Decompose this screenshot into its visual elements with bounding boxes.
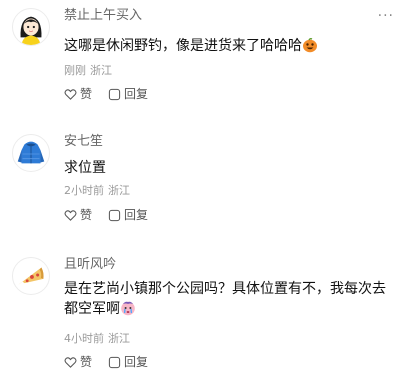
like-button[interactable]: 赞 (64, 86, 92, 102)
reply-button[interactable]: 回复 (108, 354, 148, 370)
more-options-icon[interactable]: ··· (378, 8, 394, 24)
timestamp: 刚刚 (64, 64, 86, 77)
comment-item: 禁止上午买入 ··· 这哪是休闲野钓，像是进货来了哈哈哈 刚刚 浙江 赞 回复 (0, 8, 408, 118)
comment-actions: 赞 回复 (64, 207, 164, 223)
reply-button[interactable]: 回复 (108, 207, 148, 223)
heart-icon (64, 209, 77, 221)
heart-icon (64, 356, 77, 368)
pizza-slice-avatar-icon (13, 258, 49, 294)
avatar[interactable] (12, 257, 50, 295)
timestamp: 2小时前 (64, 184, 104, 197)
comment-bubble-icon (108, 88, 121, 100)
comment-bubble-icon (108, 356, 121, 368)
avatar[interactable] (12, 8, 50, 46)
username[interactable]: 禁止上午买入 (64, 8, 142, 24)
comment-item: 且听风吟 是在艺尚小镇那个公园吗？具体位置有不，我每次去都空军啊 4小时前 浙江 … (0, 257, 408, 379)
comment-meta: 2小时前 浙江 (64, 184, 130, 198)
comment-text: 求位置 (64, 160, 106, 176)
heart-icon (64, 88, 77, 100)
avatar[interactable] (12, 134, 50, 172)
username[interactable]: 安七笙 (64, 134, 103, 150)
grinning-pumpkin-emoji-icon (303, 37, 317, 53)
comment-meta: 4小时前 浙江 (64, 332, 130, 346)
like-button[interactable]: 赞 (64, 207, 92, 223)
comment-text: 是在艺尚小镇那个公园吗？具体位置有不，我每次去都空军啊 (64, 281, 386, 317)
like-button[interactable]: 赞 (64, 354, 92, 370)
comment-text: 这哪是休闲野钓，像是进货来了哈哈哈 (64, 36, 398, 56)
comment-actions: 赞 回复 (64, 354, 164, 370)
girl-avatar-icon (13, 9, 49, 45)
reply-button[interactable]: 回复 (108, 86, 148, 102)
username[interactable]: 且听风吟 (64, 257, 116, 273)
comment-actions: 赞 回复 (64, 86, 164, 102)
location: 浙江 (108, 332, 130, 345)
comment-meta: 刚刚 浙江 (64, 64, 112, 78)
comment-item: 安七笙 求位置 2小时前 浙江 赞 回复 (0, 134, 408, 234)
timestamp: 4小时前 (64, 332, 104, 345)
blue-jacket-avatar-icon (13, 135, 49, 171)
location: 浙江 (108, 184, 130, 197)
crying-emoji-icon (121, 301, 135, 316)
location: 浙江 (90, 64, 112, 77)
comment-bubble-icon (108, 209, 121, 221)
